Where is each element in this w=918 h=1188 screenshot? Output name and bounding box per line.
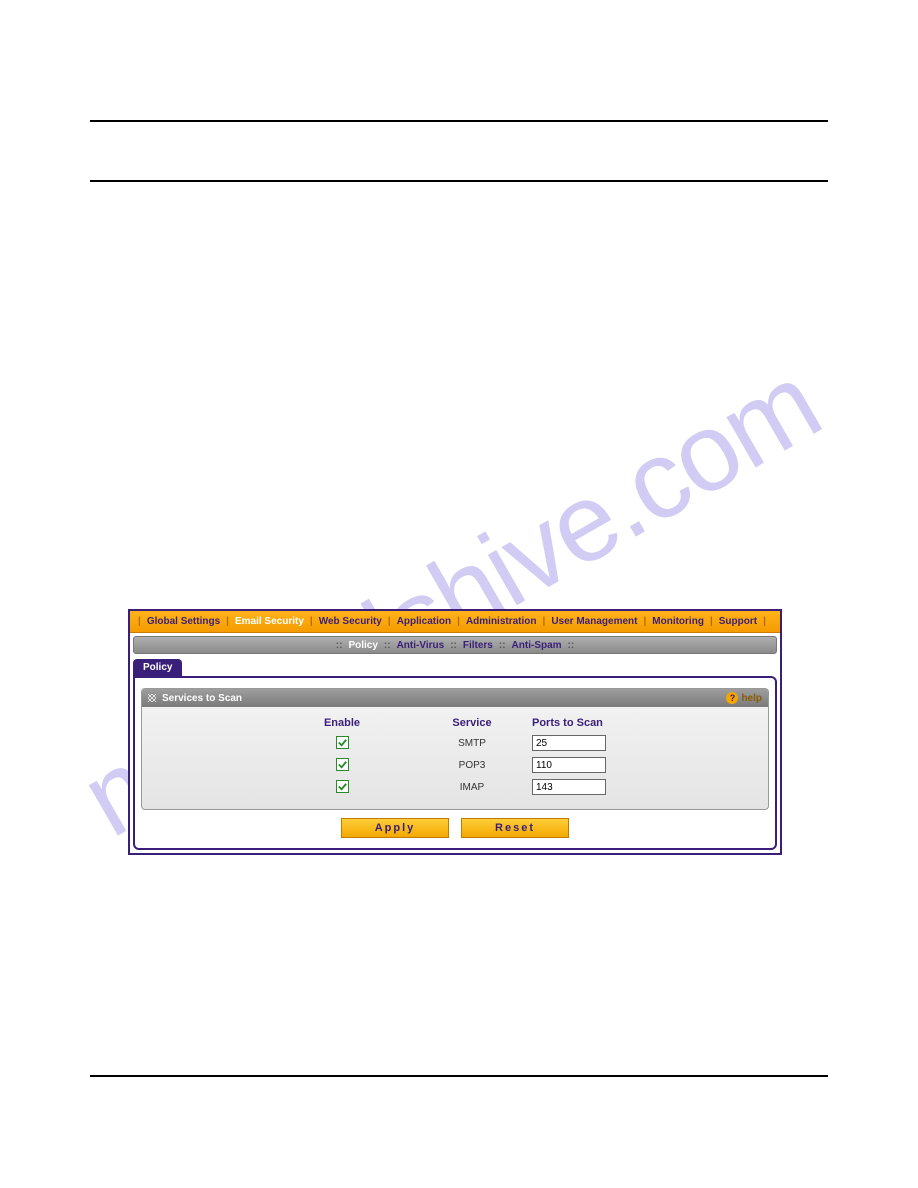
col-ports: Ports to Scan [532,717,692,729]
nav-global-settings[interactable]: Global Settings [145,616,222,627]
nav-web-security[interactable]: Web Security [317,616,384,627]
nav-separator: | [222,616,233,627]
nav-separator: | [384,616,395,627]
subnav-dots: :: [568,640,575,651]
panel-body: Services to Scan ? help Enable Service P… [133,676,777,850]
enable-smtp-checkbox[interactable] [336,736,349,749]
nav-separator: | [306,616,317,627]
subnav-dots: :: [499,640,506,651]
policy-admin-panel: | Global Settings | Email Security | Web… [128,609,782,855]
tab-row: Policy [133,658,777,676]
nav-email-security[interactable]: Email Security [233,616,306,627]
subnav-anti-spam[interactable]: Anti-Spam [512,640,562,651]
subnav-dots: :: [450,640,457,651]
check-icon [337,759,348,770]
port-pop3-input[interactable] [532,757,606,773]
subnav-policy[interactable]: Policy [348,640,377,651]
nav-administration[interactable]: Administration [464,616,539,627]
nav-separator: | [453,616,464,627]
services-grid: Enable Service Ports to Scan SMTP [142,707,768,809]
service-smtp-label: SMTP [412,738,532,749]
service-imap-label: IMAP [412,782,532,793]
check-icon [337,737,348,748]
subnav-anti-virus[interactable]: Anti-Virus [397,640,445,651]
nav-separator: | [639,616,650,627]
nav-separator: | [539,616,550,627]
check-icon [337,781,348,792]
subnav-filters[interactable]: Filters [463,640,493,651]
subnav-dots: :: [384,640,391,651]
nav-user-management[interactable]: User Management [549,616,639,627]
service-pop3-label: POP3 [412,760,532,771]
col-service: Service [412,717,532,729]
nav-separator: | [759,616,770,627]
tab-policy[interactable]: Policy [133,659,182,676]
col-enable: Enable [272,717,412,729]
help-label: help [741,693,762,704]
button-row: Apply Reset [141,810,769,842]
watermark-text: manualshive.com [0,169,907,1031]
nav-separator: | [706,616,717,627]
grip-icon [148,694,156,702]
nav-support[interactable]: Support [717,616,759,627]
apply-button[interactable]: Apply [341,818,449,838]
nav-separator: | [134,616,145,627]
nav-application[interactable]: Application [395,616,453,627]
enable-imap-checkbox[interactable] [336,780,349,793]
port-smtp-input[interactable] [532,735,606,751]
section-title: Services to Scan [162,693,242,704]
help-icon: ? [726,692,738,704]
services-to-scan-section: Services to Scan ? help Enable Service P… [141,688,769,810]
nav-monitoring[interactable]: Monitoring [650,616,706,627]
reset-button[interactable]: Reset [461,818,569,838]
divider [90,120,828,122]
section-header: Services to Scan ? help [142,689,768,707]
top-nav: | Global Settings | Email Security | Web… [130,611,780,633]
help-link[interactable]: ? help [726,692,762,704]
enable-pop3-checkbox[interactable] [336,758,349,771]
sub-nav: :: Policy :: Anti-Virus :: Filters :: An… [133,636,777,654]
divider [90,180,828,182]
divider [90,1075,828,1077]
port-imap-input[interactable] [532,779,606,795]
subnav-dots: :: [336,640,343,651]
